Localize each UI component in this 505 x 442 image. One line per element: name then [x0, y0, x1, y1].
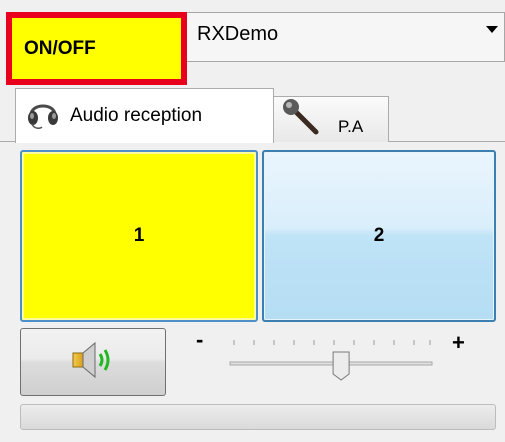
dropdown-arrow-icon[interactable] — [480, 5, 504, 53]
speaker-icon — [69, 339, 117, 386]
headphones-icon — [26, 96, 60, 136]
microphone-icon — [280, 98, 322, 142]
tab-audio-reception-label: Audio reception — [70, 105, 203, 126]
channel-2-label: 2 — [373, 225, 385, 246]
channel-1-button[interactable]: 1 — [20, 150, 258, 322]
volume-plus-label: + — [452, 330, 465, 355]
audio-level-bar — [20, 404, 496, 430]
receiver-select[interactable]: RXDemo — [187, 12, 505, 62]
volume-minus-label: - — [196, 327, 204, 352]
tab-pa-label: P.A — [338, 116, 364, 136]
slider-track — [229, 361, 433, 366]
receiver-panel: ON/OFF RXDemo Audio reception P.A 1 2 - … — [0, 0, 505, 442]
on-off-button[interactable]: ON/OFF — [6, 12, 187, 85]
volume-slider[interactable] — [224, 338, 438, 388]
speaker-button[interactable] — [20, 328, 166, 396]
on-off-label: ON/OFF — [24, 37, 96, 59]
tab-pa[interactable]: P.A — [274, 96, 389, 142]
slider-thumb[interactable] — [332, 351, 350, 381]
tab-audio-reception[interactable]: Audio reception — [15, 88, 274, 143]
channel-1-label: 1 — [133, 225, 145, 246]
channel-2-button[interactable]: 2 — [262, 150, 496, 322]
receiver-select-value: RXDemo — [197, 23, 279, 45]
slider-ticks — [233, 340, 431, 345]
